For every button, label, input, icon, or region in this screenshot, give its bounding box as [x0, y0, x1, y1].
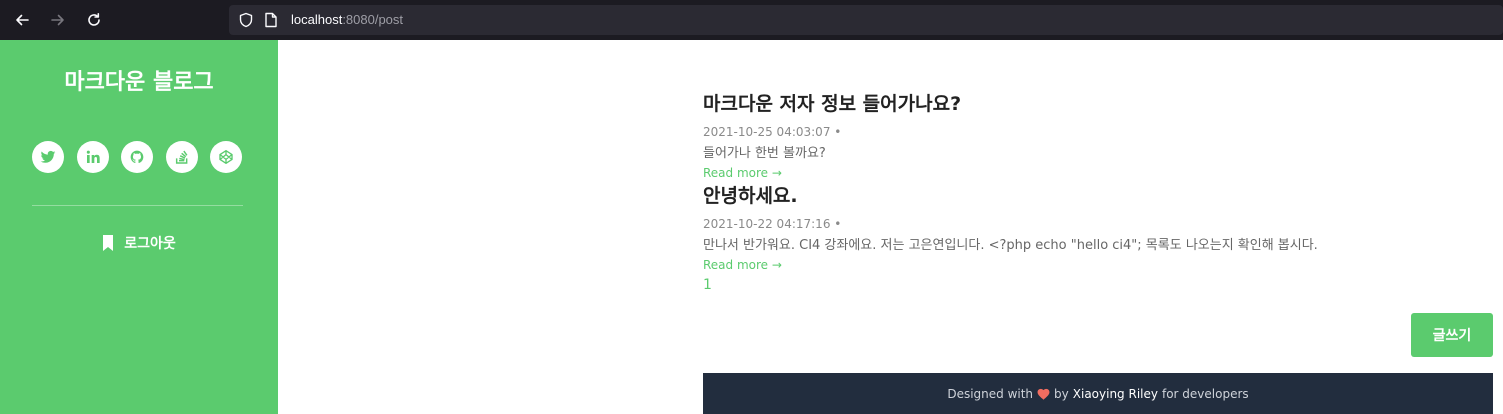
- github-link[interactable]: [121, 141, 153, 173]
- linkedin-link[interactable]: [76, 141, 109, 173]
- codepen-link[interactable]: [210, 141, 242, 173]
- twitter-link[interactable]: [32, 141, 64, 173]
- sidebar: 마크다운 블로그 로그아웃: [0, 40, 278, 414]
- linkedin-icon: [86, 150, 100, 163]
- url-host: localhost: [291, 12, 343, 27]
- sidebar-divider: [32, 205, 243, 206]
- post-date: 2021-10-25 04:03:07 •: [703, 125, 842, 139]
- codepen-icon: [219, 150, 233, 164]
- logout-link[interactable]: 로그아웃: [0, 233, 278, 253]
- footer-by: by: [1054, 386, 1069, 401]
- main-content: 마크다운 저자 정보 들어가나요? 2021-10-25 04:03:07 • …: [278, 40, 1503, 414]
- forward-button[interactable]: [47, 9, 69, 31]
- twitter-icon: [40, 150, 56, 163]
- post-excerpt: 만나서 반가워요. CI4 강좌에요. 저는 고은연입니다. <?php ech…: [703, 238, 1318, 253]
- write-post-button[interactable]: 글쓰기: [1411, 313, 1493, 357]
- arrow-right-icon: [51, 14, 64, 26]
- post-excerpt: 들어가나 한번 볼까요?: [703, 146, 826, 161]
- post-title[interactable]: 마크다운 저자 정보 들어가나요?: [703, 89, 961, 116]
- url-path: :8080/post: [342, 12, 404, 27]
- back-button[interactable]: [11, 9, 33, 31]
- footer-suffix: for developers: [1161, 386, 1249, 401]
- social-links: [32, 141, 242, 173]
- shield-icon: [239, 12, 253, 28]
- reload-button[interactable]: [83, 9, 105, 31]
- arrow-left-icon: [16, 14, 29, 26]
- address-bar[interactable]: localhost:8080/post: [229, 5, 1503, 35]
- heart-icon: [1037, 388, 1050, 400]
- reload-icon: [88, 13, 100, 26]
- blog-title[interactable]: 마크다운 블로그: [0, 64, 278, 96]
- post-title[interactable]: 안녕하세요.: [703, 181, 1318, 208]
- footer: Designed with by Xiaoying Riley for deve…: [703, 373, 1493, 414]
- logout-label: 로그아웃: [124, 236, 176, 252]
- read-more-link[interactable]: Read more →: [703, 166, 782, 180]
- url-text: localhost:8080/post: [291, 12, 403, 27]
- browser-toolbar: localhost:8080/post: [0, 0, 1503, 40]
- stackoverflow-link[interactable]: [165, 141, 198, 173]
- read-more-link[interactable]: Read more →: [703, 258, 782, 272]
- post-date: 2021-10-22 04:17:16 •: [703, 217, 842, 231]
- bookmark-icon: [103, 235, 114, 251]
- post-item: 마크다운 저자 정보 들어가나요? 2021-10-25 04:03:07 • …: [703, 89, 961, 181]
- footer-author-link[interactable]: Xiaoying Riley: [1073, 387, 1158, 401]
- stackoverflow-icon: [175, 150, 187, 164]
- page-icon: [265, 12, 277, 28]
- post-item: 안녕하세요. 2021-10-22 04:17:16 • 만나서 반가워요. C…: [703, 181, 1318, 273]
- footer-prefix: Designed with: [947, 386, 1034, 401]
- github-icon: [130, 150, 144, 164]
- pagination-page-1[interactable]: 1: [703, 277, 712, 293]
